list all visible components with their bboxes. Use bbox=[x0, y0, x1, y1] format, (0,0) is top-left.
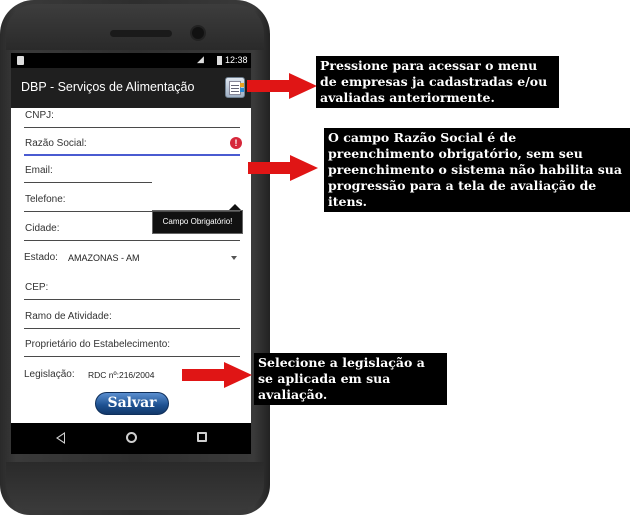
notification-icon bbox=[17, 56, 24, 65]
app-screen: ◢ 12:38 DBP - Serviços de Alimentação CN… bbox=[11, 53, 251, 454]
estado-select[interactable]: AMAZONAS - AM bbox=[68, 253, 140, 263]
recent-apps-icon[interactable] bbox=[197, 432, 207, 442]
home-icon[interactable] bbox=[126, 432, 137, 443]
chevron-down-icon[interactable] bbox=[231, 256, 237, 260]
callout-legislacao-note: Selecione a legislação a se aplicada em … bbox=[254, 353, 447, 405]
proprietario-field[interactable]: Proprietário do Estabelecimento: bbox=[24, 337, 240, 357]
speaker-grille bbox=[110, 30, 172, 37]
proprietario-label: Proprietário do Estabelecimento: bbox=[25, 339, 171, 350]
status-bar: ◢ 12:38 bbox=[11, 53, 251, 68]
razao-social-label: Razão Social: bbox=[25, 138, 87, 149]
status-time: 12:38 bbox=[225, 55, 248, 65]
salvar-button[interactable]: Salvar bbox=[95, 392, 169, 415]
legislacao-label: Legislação: bbox=[24, 369, 75, 380]
cidade-label: Cidade: bbox=[25, 223, 60, 234]
cidade-field[interactable]: Cidade: bbox=[24, 221, 240, 241]
callout-arrow-legislacao bbox=[182, 362, 252, 388]
telefone-label: Telefone: bbox=[25, 194, 66, 205]
error-icon: ! bbox=[230, 137, 242, 149]
callout-arrow-razao bbox=[248, 155, 318, 181]
phone-bottom-bezel bbox=[6, 462, 264, 510]
ramo-atividade-label: Ramo de Atividade: bbox=[25, 311, 112, 322]
email-label: Email: bbox=[25, 165, 53, 176]
phone-frame: ◢ 12:38 DBP - Serviços de Alimentação CN… bbox=[0, 0, 270, 515]
android-nav-bar bbox=[11, 423, 251, 454]
app-bar: DBP - Serviços de Alimentação bbox=[11, 68, 251, 108]
estado-label: Estado: bbox=[24, 252, 58, 263]
cep-field[interactable]: CEP: bbox=[24, 280, 240, 300]
callout-arrow-menu bbox=[247, 73, 317, 99]
back-icon[interactable] bbox=[56, 432, 65, 444]
front-camera bbox=[192, 27, 204, 39]
cnpj-label: CNPJ: bbox=[25, 110, 54, 121]
razao-social-field[interactable]: Razão Social: ! bbox=[24, 136, 242, 156]
telefone-field[interactable]: Telefone: bbox=[24, 192, 240, 212]
callout-menu-note: Pressione para acessar o menu de empresa… bbox=[316, 56, 559, 108]
legislacao-select[interactable]: RDC nº:216/2004 bbox=[88, 370, 154, 380]
signal-icon: ◢ bbox=[197, 54, 204, 64]
cep-label: CEP: bbox=[25, 282, 49, 293]
cnpj-field[interactable]: CNPJ: bbox=[24, 108, 240, 128]
phone-top-bezel bbox=[6, 4, 264, 50]
callout-razao-note: O campo Razão Social é de preenchimento … bbox=[324, 128, 630, 212]
app-title: DBP - Serviços de Alimentação bbox=[21, 80, 195, 94]
battery-icon bbox=[217, 56, 222, 65]
email-field[interactable]: Email: bbox=[24, 163, 152, 183]
ramo-atividade-field[interactable]: Ramo de Atividade: bbox=[24, 309, 240, 329]
company-menu-button[interactable] bbox=[225, 77, 245, 98]
